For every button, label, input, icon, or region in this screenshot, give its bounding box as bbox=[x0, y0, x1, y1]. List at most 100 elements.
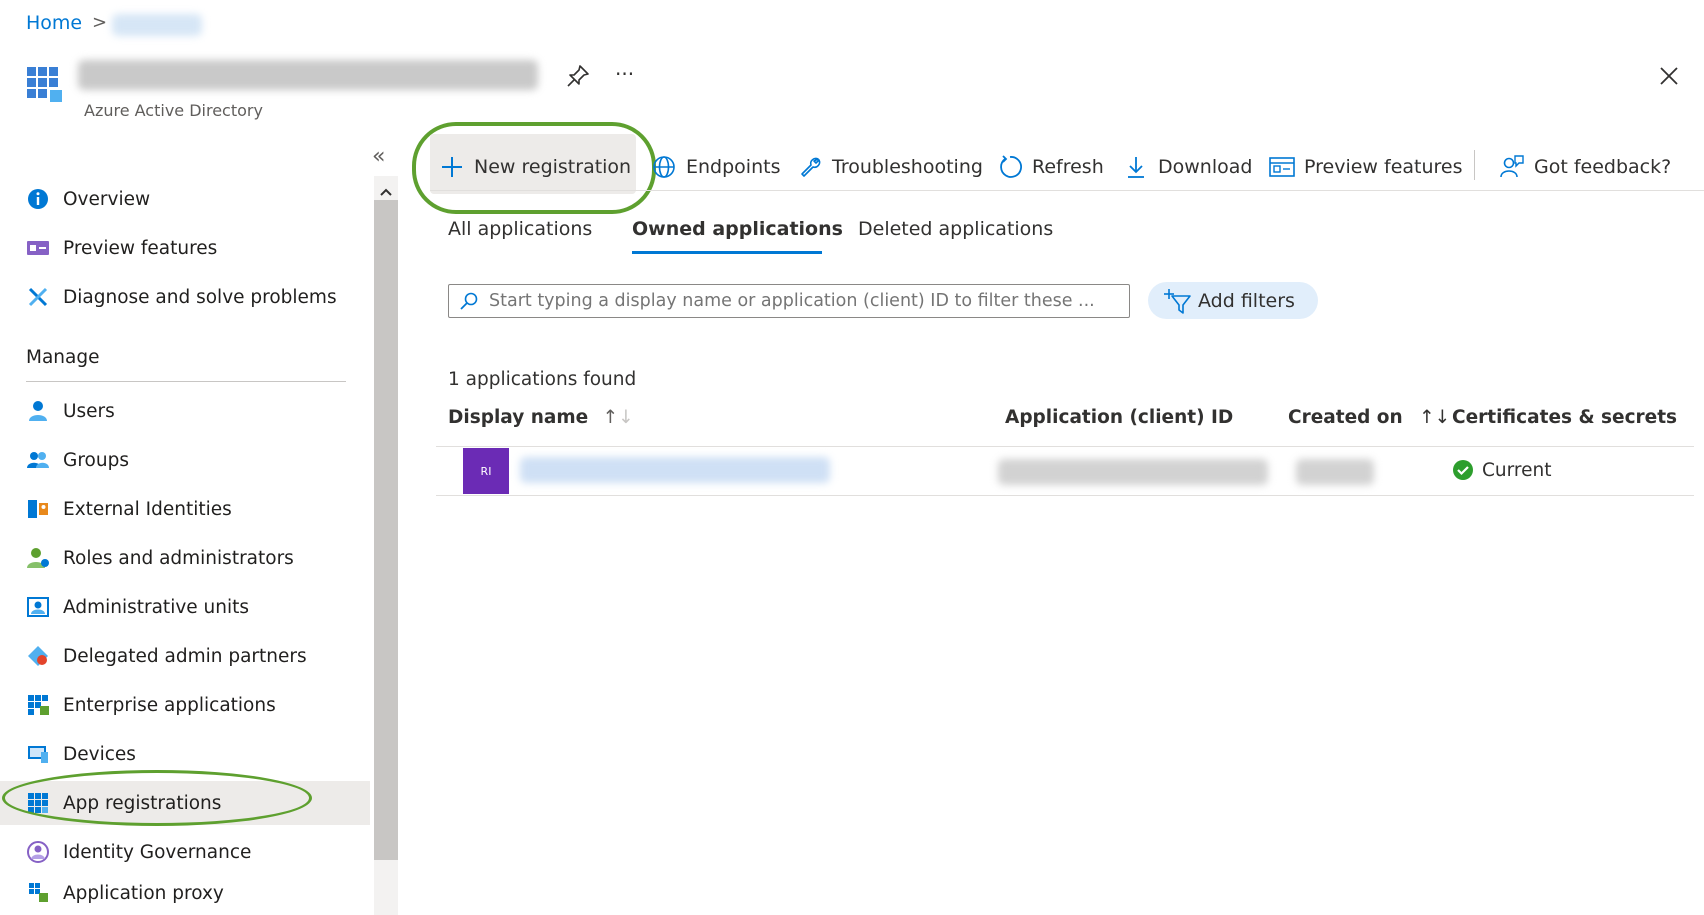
sidebar-item-label: Delegated admin partners bbox=[63, 645, 307, 667]
search-box[interactable] bbox=[448, 284, 1130, 318]
user-icon bbox=[24, 399, 52, 423]
sidebar-item-diagnose[interactable]: Diagnose and solve problems bbox=[0, 275, 370, 319]
new-registration-label: New registration bbox=[474, 156, 632, 178]
tab-all-applications[interactable]: All applications bbox=[448, 218, 592, 240]
more-options-button[interactable]: ··· bbox=[615, 62, 634, 86]
column-header-created-on[interactable]: Created on ↑↓ bbox=[1288, 407, 1450, 428]
column-label: Display name bbox=[448, 407, 589, 428]
download-icon bbox=[1122, 153, 1150, 181]
add-filters-label: Add filters bbox=[1198, 289, 1295, 312]
page-title-redacted bbox=[78, 60, 538, 90]
identity-governance-icon bbox=[24, 840, 52, 864]
close-icon bbox=[1660, 67, 1678, 85]
sidebar-item-devices[interactable]: Devices bbox=[0, 732, 370, 776]
sort-icon[interactable]: ↑↓ bbox=[603, 407, 634, 428]
sidebar-item-label: Enterprise applications bbox=[63, 694, 276, 716]
sidebar-item-label: Groups bbox=[63, 449, 129, 471]
preview-features-label: Preview features bbox=[1304, 156, 1463, 178]
feedback-label: Got feedback? bbox=[1534, 156, 1672, 178]
roles-icon bbox=[24, 546, 52, 570]
column-header-client-id[interactable]: Application (client) ID bbox=[1005, 407, 1233, 428]
scroll-up-icon[interactable] bbox=[379, 182, 393, 201]
toolbar-divider bbox=[1474, 150, 1475, 180]
download-label: Download bbox=[1158, 156, 1253, 178]
feedback-icon bbox=[1498, 153, 1526, 181]
application-proxy-icon bbox=[24, 881, 52, 905]
search-input[interactable] bbox=[487, 290, 1129, 312]
refresh-button[interactable]: Refresh bbox=[996, 150, 1104, 184]
breadcrumb-current-redacted bbox=[112, 14, 202, 36]
column-label: Application (client) ID bbox=[1005, 407, 1234, 428]
troubleshooting-button[interactable]: Troubleshooting bbox=[796, 150, 983, 184]
sidebar-item-roles[interactable]: Roles and administrators bbox=[0, 536, 370, 580]
tab-owned-applications[interactable]: Owned applications bbox=[632, 218, 843, 240]
group-icon bbox=[24, 448, 52, 472]
close-button[interactable] bbox=[1655, 62, 1683, 90]
sidebar-item-application-proxy[interactable]: Application proxy bbox=[0, 871, 370, 915]
preview-features-icon bbox=[1268, 153, 1296, 181]
download-button[interactable]: Download bbox=[1122, 150, 1252, 184]
column-header-certificates[interactable]: Certificates & secrets bbox=[1452, 407, 1677, 428]
sidebar-section-manage: Manage bbox=[26, 347, 100, 368]
app-name-redacted[interactable] bbox=[520, 457, 830, 483]
new-registration-button[interactable]: New registration bbox=[438, 150, 631, 184]
sidebar-item-label: Application proxy bbox=[63, 882, 224, 904]
enterprise-apps-icon bbox=[24, 693, 52, 717]
wrench-icon bbox=[24, 285, 52, 309]
external-identities-icon bbox=[24, 497, 52, 521]
table-row[interactable]: RI Current bbox=[436, 447, 1694, 495]
tab-deleted-applications[interactable]: Deleted applications bbox=[858, 218, 1053, 240]
collapse-sidebar-button[interactable]: « bbox=[372, 144, 385, 169]
check-circle-icon bbox=[1453, 460, 1473, 480]
sidebar-item-label: Identity Governance bbox=[63, 841, 252, 863]
add-filter-icon bbox=[1164, 288, 1191, 314]
created-on-redacted bbox=[1296, 459, 1374, 485]
globe-icon bbox=[650, 153, 678, 181]
active-tab-underline bbox=[632, 251, 822, 254]
row-divider bbox=[436, 495, 1694, 496]
sidebar-item-identity-governance[interactable]: Identity Governance bbox=[0, 830, 370, 874]
sidebar-item-external-identities[interactable]: External Identities bbox=[0, 487, 370, 531]
pin-icon bbox=[567, 65, 589, 87]
app-avatar: RI bbox=[463, 448, 509, 494]
sidebar-item-preview-features[interactable]: Preview features bbox=[0, 226, 370, 270]
feedback-button[interactable]: Got feedback? bbox=[1498, 150, 1671, 184]
sidebar-item-groups[interactable]: Groups bbox=[0, 438, 370, 482]
avatar-initials: RI bbox=[480, 464, 492, 478]
sidebar-item-label: External Identities bbox=[63, 498, 232, 520]
sort-icon[interactable]: ↑↓ bbox=[1419, 407, 1450, 428]
sidebar-item-administrative-units[interactable]: Administrative units bbox=[0, 585, 370, 629]
partners-icon bbox=[24, 644, 52, 668]
highlight-app-registrations bbox=[2, 770, 312, 826]
toolbar-bottom-border bbox=[430, 190, 1704, 191]
endpoints-button[interactable]: Endpoints bbox=[650, 150, 780, 184]
sidebar-item-users[interactable]: Users bbox=[0, 389, 370, 433]
sidebar-item-overview[interactable]: Overview bbox=[0, 177, 370, 221]
column-label: Created on bbox=[1288, 407, 1403, 428]
wrench-icon bbox=[796, 153, 824, 181]
column-label: Certificates & secrets bbox=[1452, 407, 1678, 428]
pin-button[interactable] bbox=[564, 62, 592, 90]
preview-features-button[interactable]: Preview features bbox=[1268, 150, 1463, 184]
sidebar-item-enterprise-applications[interactable]: Enterprise applications bbox=[0, 683, 370, 727]
sidebar-item-label: Roles and administrators bbox=[63, 547, 294, 569]
app-registrations-logo-icon bbox=[26, 66, 66, 106]
admin-units-icon bbox=[24, 595, 52, 619]
sidebar-item-label: Preview features bbox=[63, 237, 218, 259]
refresh-icon bbox=[996, 153, 1024, 181]
sidebar-scrollbar[interactable] bbox=[374, 176, 398, 915]
breadcrumb-home-link[interactable]: Home bbox=[26, 12, 82, 34]
page-subtitle: Azure Active Directory bbox=[84, 101, 263, 120]
add-filters-button[interactable]: Add filters bbox=[1148, 282, 1318, 319]
scrollbar-thumb[interactable] bbox=[374, 200, 398, 860]
devices-icon bbox=[24, 742, 52, 766]
sidebar-divider bbox=[26, 381, 346, 382]
sidebar-item-label: Overview bbox=[63, 188, 151, 210]
results-count: 1 applications found bbox=[448, 369, 637, 390]
sidebar-item-delegated-admin-partners[interactable]: Delegated admin partners bbox=[0, 634, 370, 678]
troubleshooting-label: Troubleshooting bbox=[832, 156, 983, 178]
column-header-display-name[interactable]: Display name ↑↓ bbox=[448, 407, 634, 428]
sidebar-item-label: Diagnose and solve problems bbox=[63, 286, 337, 308]
endpoints-label: Endpoints bbox=[686, 156, 781, 178]
certificate-status: Current bbox=[1452, 459, 1551, 481]
